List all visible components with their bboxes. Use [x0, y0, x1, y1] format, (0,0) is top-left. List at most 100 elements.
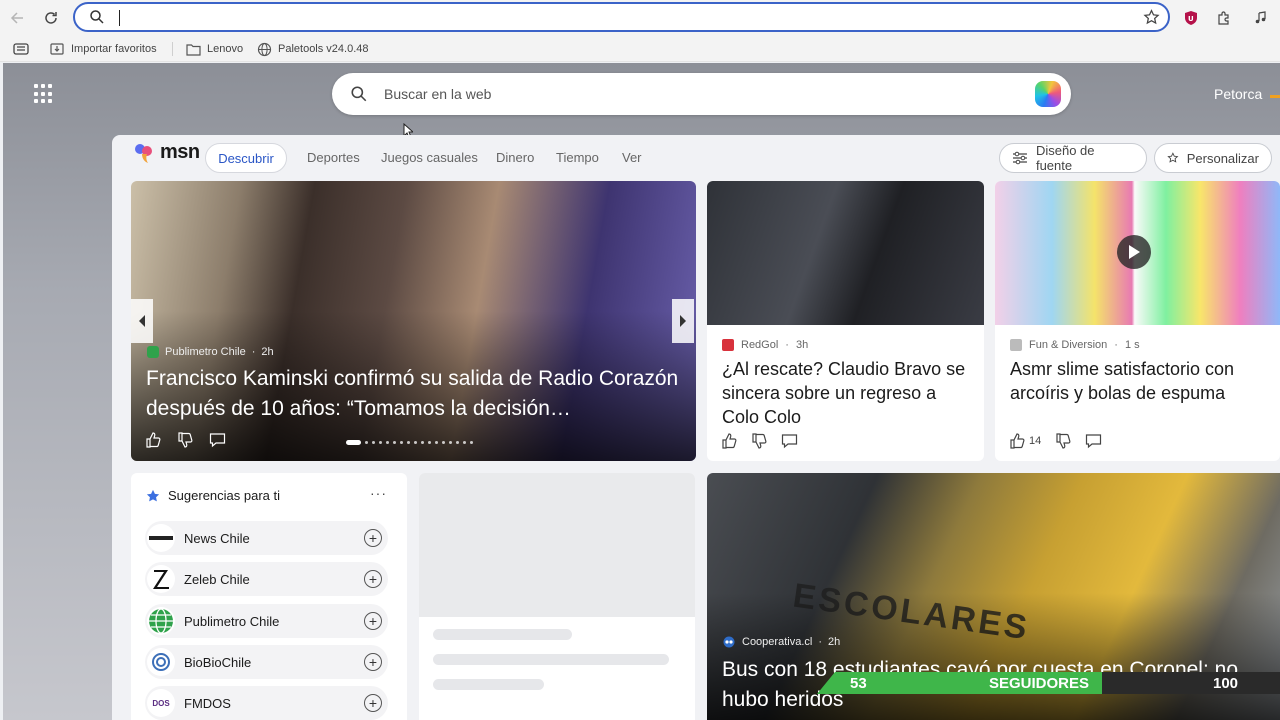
import-icon: [50, 43, 64, 55]
bookmark-folder-lenovo[interactable]: Lenovo: [186, 40, 243, 58]
hero-source[interactable]: Publimetro Chile · 2h: [147, 346, 274, 358]
suggestions-header: Sugerencias para ti: [146, 488, 280, 503]
thumbs-down-icon[interactable]: [177, 432, 193, 448]
thumbs-up-icon[interactable]: [721, 433, 737, 449]
news-card-fun-diversion[interactable]: Fun & Diversion · 1 s Asmr slime satisfa…: [995, 181, 1280, 461]
suggestion-fmdos[interactable]: DOS FMDOS +: [145, 686, 388, 720]
follow-plus-button[interactable]: +: [364, 570, 382, 588]
follow-plus-button[interactable]: +: [364, 612, 382, 630]
folder-icon: [186, 43, 201, 56]
carousel-prev-button[interactable]: [131, 299, 153, 343]
news-card-title[interactable]: ¿Al rescate? Claudio Bravo se sincera so…: [722, 357, 977, 429]
back-button[interactable]: [6, 6, 30, 30]
carousel-dot[interactable]: [421, 441, 424, 444]
carousel-dot[interactable]: [379, 441, 382, 444]
more-options-button[interactable]: ···: [370, 485, 387, 501]
big-story-source[interactable]: Cooperativa.cl · 2h: [722, 636, 840, 648]
follower-label: SEGUIDORES: [989, 675, 1090, 692]
fmdos-logo-icon: DOS: [147, 689, 175, 717]
news-card-title[interactable]: Asmr slime satisfactorio con arcoíris y …: [1010, 357, 1265, 405]
comment-icon[interactable]: [209, 432, 226, 448]
follower-goal-overlay: 53 SEGUIDORES 100: [817, 672, 1280, 694]
star-sparkle-icon: [1167, 152, 1179, 163]
bookmark-import-favorites[interactable]: Importar favoritos: [50, 40, 157, 58]
carousel-dot[interactable]: [407, 441, 410, 444]
personalize-button[interactable]: Personalizar: [1154, 143, 1272, 173]
skeleton-line: [433, 679, 544, 690]
suggestion-biobiochile[interactable]: BioBioChile +: [145, 645, 388, 679]
carousel-dot[interactable]: [456, 441, 459, 444]
sidebar-toggle-button[interactable]: [13, 40, 29, 58]
redgol-logo-icon: [722, 339, 734, 351]
tab-descubrir[interactable]: Descubrir: [205, 143, 287, 173]
suggestion-name: News Chile: [184, 531, 250, 546]
media-control-button[interactable]: [1251, 8, 1271, 28]
suggestions-panel: Sugerencias para ti ··· News Chile + Zel…: [131, 473, 407, 720]
tab-tiempo[interactable]: Tiempo: [556, 150, 599, 165]
extensions-button[interactable]: [1214, 8, 1234, 28]
hero-time: 2h: [261, 346, 274, 358]
play-video-button[interactable]: [1117, 235, 1151, 269]
carousel-dot[interactable]: [372, 441, 375, 444]
follow-plus-button[interactable]: +: [364, 529, 382, 547]
carousel-dot[interactable]: [442, 441, 445, 444]
hero-title[interactable]: Francisco Kaminski confirmó su salida de…: [146, 364, 686, 424]
suggestion-name: BioBioChile: [184, 655, 252, 670]
card-time: 1 s: [1124, 339, 1140, 351]
web-search-box[interactable]: Buscar en la web: [332, 73, 1071, 115]
font-design-button[interactable]: Diseño de fuente: [999, 143, 1147, 173]
music-note-icon: [1255, 11, 1266, 24]
suggestion-publimetro-chile[interactable]: Publimetro Chile +: [145, 604, 388, 638]
search-icon: [351, 86, 367, 102]
follow-plus-button[interactable]: +: [364, 694, 382, 712]
suggestion-news-chile[interactable]: News Chile +: [145, 521, 388, 555]
carousel-dot[interactable]: [435, 441, 438, 444]
tab-deportes[interactable]: Deportes: [307, 150, 360, 165]
tab-ver[interactable]: Ver: [622, 150, 642, 165]
news-card-source[interactable]: Fun & Diversion · 1 s: [1010, 339, 1140, 351]
carousel-dot[interactable]: [400, 441, 403, 444]
msn-logo[interactable]: msn: [133, 141, 200, 164]
carousel-dot[interactable]: [393, 441, 396, 444]
carousel-dot[interactable]: [449, 441, 452, 444]
comment-icon[interactable]: [1085, 433, 1102, 449]
big-story-source-name: Cooperativa.cl: [742, 636, 813, 648]
follow-plus-button[interactable]: +: [364, 653, 382, 671]
tab-dinero[interactable]: Dinero: [496, 150, 534, 165]
address-bar[interactable]: [73, 2, 1170, 32]
carousel-dot[interactable]: [346, 440, 361, 445]
thumbs-down-icon[interactable]: [751, 433, 767, 449]
carousel-dot[interactable]: [463, 441, 466, 444]
sliders-icon: [1012, 151, 1027, 165]
bookmarks-bar: Importar favoritos Lenovo Paletools v24.…: [0, 36, 1280, 62]
profile-name[interactable]: Petorca: [1214, 86, 1262, 102]
carousel-next-button[interactable]: [672, 299, 694, 343]
carousel-indicator[interactable]: [346, 440, 473, 445]
carousel-dot[interactable]: [428, 441, 431, 444]
thumbs-down-icon[interactable]: [1055, 433, 1071, 449]
app-launcher-button[interactable]: [34, 84, 54, 104]
arrow-left-icon: [10, 12, 23, 24]
ublock-extension-button[interactable]: U: [1181, 8, 1201, 28]
thumbs-up-icon[interactable]: [145, 432, 161, 448]
carousel-dot[interactable]: [386, 441, 389, 444]
hero-story-card[interactable]: Publimetro Chile · 2h Francisco Kaminski…: [131, 181, 696, 461]
tab-juegos-casuales[interactable]: Juegos casuales: [381, 150, 478, 165]
bookmark-paletools[interactable]: Paletools v24.0.48: [257, 40, 369, 58]
star-icon[interactable]: [1143, 9, 1160, 26]
comment-icon[interactable]: [781, 433, 798, 449]
carousel-dot[interactable]: [414, 441, 417, 444]
browser-toolbar: U: [0, 0, 1280, 36]
reload-button[interactable]: [39, 6, 63, 30]
news-card-source[interactable]: RedGol · 3h: [722, 339, 808, 351]
thumbs-up-icon[interactable]: [1009, 433, 1025, 449]
play-icon: [1129, 245, 1140, 259]
carousel-dot[interactable]: [365, 441, 368, 444]
cooperativa-logo-icon: [723, 636, 735, 648]
loading-placeholder-card: [419, 473, 695, 720]
news-card-redgol[interactable]: RedGol · 3h ¿Al rescate? Claudio Bravo s…: [707, 181, 984, 461]
copilot-icon[interactable]: [1035, 81, 1061, 107]
carousel-dot[interactable]: [470, 441, 473, 444]
suggestion-zeleb-chile[interactable]: Zeleb Chile +: [145, 562, 388, 596]
globe-icon: [257, 42, 272, 56]
